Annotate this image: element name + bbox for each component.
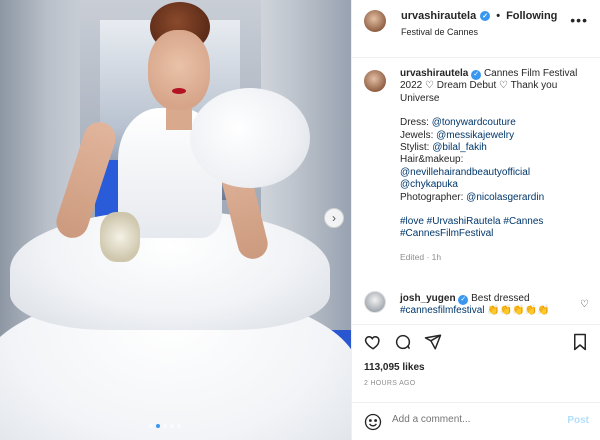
post-time-ago: 2 HOURS AGO	[364, 380, 416, 387]
post-header: urvashirautela ✓ • Following Festival de…	[352, 0, 600, 58]
carousel-dot	[163, 424, 167, 428]
gown-shoulder-ruffle	[190, 88, 310, 188]
jewels-label: Jewels:	[400, 129, 434, 141]
carousel-dot	[170, 424, 174, 428]
like-heart-icon[interactable]	[364, 333, 382, 351]
hair-mention-2[interactable]: @chykapuka	[400, 179, 589, 191]
verified-icon: ✓	[471, 70, 482, 81]
post-comment-button[interactable]: Post	[567, 415, 589, 426]
following-button[interactable]: Following	[506, 10, 557, 22]
comment-body: Best dressed	[471, 293, 530, 304]
photographer-mention[interactable]: @nicolasgerardin	[466, 192, 544, 203]
verified-icon: ✓	[458, 295, 469, 305]
floral-brooch	[100, 212, 140, 262]
comment-emojis: 👏👏👏👏👏	[487, 305, 550, 316]
likes-count[interactable]: 113,095 likes	[364, 362, 425, 373]
comment-like-heart-icon[interactable]: ♡	[580, 299, 589, 310]
stylist-label: Stylist:	[400, 142, 430, 154]
separator: •	[496, 10, 501, 22]
caption-jewels: Jewels: @messikajewelry	[400, 130, 589, 142]
commenter-username[interactable]: josh_yugen	[400, 293, 456, 304]
header-line: urvashirautela ✓ • Following	[401, 10, 557, 22]
post-image[interactable]: ›	[0, 0, 351, 440]
comment-input[interactable]	[392, 414, 552, 425]
edited-timestamp: Edited · 1h	[400, 251, 442, 262]
caption-avatar[interactable]	[364, 70, 386, 92]
dress-label: Dress:	[400, 117, 429, 129]
caption-dress: Dress: @tonywardcouture	[400, 117, 589, 129]
post-location[interactable]: Festival de Cannes	[401, 27, 478, 37]
carousel-dot-active	[156, 424, 160, 428]
author-username[interactable]: urvashirautela	[401, 10, 476, 22]
lips	[172, 88, 186, 94]
share-send-icon[interactable]	[424, 333, 442, 351]
author-avatar[interactable]	[364, 10, 386, 32]
caption-stylist: Stylist: @bilal_fakih	[400, 142, 589, 154]
hair-label: Hair&makeup:	[400, 154, 464, 166]
comment-composer: Post	[352, 402, 600, 440]
comment-hashtag[interactable]: #cannesfilmfestival	[400, 305, 484, 316]
chevron-right-icon: ›	[332, 211, 336, 225]
hair-mention-1[interactable]: @nevillehairandbeautyofficial	[400, 167, 589, 179]
caption-section: urvashirautela ✓ Cannes Film Festival 20…	[352, 58, 600, 283]
face	[148, 30, 210, 110]
jewels-mention[interactable]: @messikajewelry	[436, 130, 514, 141]
more-horizontal-icon[interactable]: •••	[570, 12, 588, 28]
carousel-dot	[177, 424, 181, 428]
post-sidebar: urvashirautela ✓ • Following Festival de…	[351, 0, 600, 440]
commenter-avatar[interactable]	[364, 291, 386, 313]
comment-item: josh_yugen ✓ Best dressed #cannesfilmfes…	[364, 291, 589, 321]
caption-hashtags[interactable]: #love #UrvashiRautela #Cannes #CannesFil…	[400, 216, 589, 241]
emoji-smiley-icon[interactable]	[364, 413, 382, 436]
carousel-dot	[149, 424, 153, 428]
caption-username[interactable]: urvashirautela	[400, 68, 468, 79]
dress-mention[interactable]: @tonywardcouture	[432, 117, 516, 128]
caption-photographer: Photographer: @nicolasgerardin	[400, 192, 589, 204]
caption-text: urvashirautela ✓ Cannes Film Festival 20…	[400, 68, 589, 263]
carousel-dots	[149, 424, 181, 428]
verified-icon: ✓	[480, 11, 491, 21]
save-bookmark-icon[interactable]	[571, 333, 589, 351]
stylist-mention[interactable]: @bilal_fakih	[432, 142, 487, 153]
carousel-next-button[interactable]: ›	[324, 208, 344, 228]
action-bar	[352, 324, 600, 358]
comment-text: josh_yugen ✓ Best dressed #cannesfilmfes…	[400, 293, 570, 317]
comment-bubble-icon[interactable]	[394, 333, 412, 351]
photographer-label: Photographer:	[400, 191, 464, 203]
